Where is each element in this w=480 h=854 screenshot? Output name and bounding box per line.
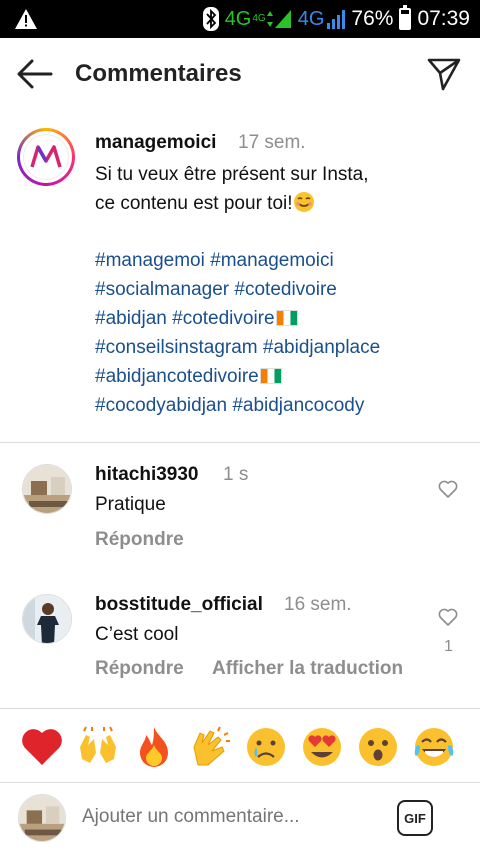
avatar[interactable] [22, 464, 72, 514]
heart-outline-icon[interactable] [438, 608, 458, 626]
comment-composer: GIF [0, 784, 480, 854]
clock: 07:39 [417, 7, 470, 30]
reply-button[interactable]: Répondre [95, 529, 184, 551]
like-count: 1 [444, 638, 453, 655]
arrow-left-icon[interactable] [16, 58, 54, 90]
heart-eyes-face-icon[interactable] [300, 725, 344, 769]
hashtag-line-with-flag[interactable]: #abidjan #cotedivoire [95, 304, 470, 333]
paper-plane-icon[interactable] [426, 56, 462, 92]
hashtag-line[interactable]: #managemoi #managemoici [95, 246, 470, 275]
status-bar: 4G 4G 4G 76% 07:39 [0, 0, 480, 38]
comment-text: C’est cool [95, 624, 179, 645]
caption-hashtags: #managemoi #managemoici #socialmanager #… [95, 246, 470, 420]
caption-text: Si tu veux être présent sur Insta, ce co… [95, 160, 465, 218]
comment-time: 1 s [223, 464, 249, 485]
caption-username[interactable]: managemoici [95, 132, 216, 154]
status-icons: 4G 4G 4G 76% 07:39 [202, 0, 470, 38]
room-photo-icon [23, 465, 71, 513]
avatar[interactable] [22, 594, 72, 644]
signal-icon [274, 10, 291, 28]
avatar[interactable] [18, 794, 66, 842]
hashtag-line-with-flag[interactable]: #abidjancotedivoire [95, 362, 470, 391]
crying-face-icon[interactable] [244, 725, 288, 769]
ivory-coast-flag-icon [275, 310, 298, 326]
reply-button[interactable]: Répondre [95, 658, 184, 680]
fire-icon[interactable] [132, 725, 176, 769]
heart-outline-icon[interactable] [438, 480, 458, 498]
comment-time: 16 sem. [284, 594, 352, 615]
comment-input[interactable] [82, 806, 382, 828]
divider [0, 442, 480, 443]
smiling-face-emoji-icon [293, 192, 314, 212]
battery-percent: 76% [351, 7, 394, 30]
gif-button[interactable]: GIF [397, 800, 433, 836]
app-bar: Commentaires [0, 38, 480, 110]
logo-icon [30, 145, 62, 168]
surprised-face-icon[interactable] [356, 725, 400, 769]
raising-hands-icon[interactable] [76, 725, 120, 769]
red-heart-icon[interactable] [20, 725, 64, 769]
tears-of-joy-face-icon[interactable] [412, 725, 456, 769]
post-caption: managemoici 17 sem. Si tu veux être prés… [0, 118, 480, 444]
page-title: Commentaires [75, 60, 242, 87]
comment-username[interactable]: bosstitude_official [95, 594, 263, 616]
comment-username[interactable]: hitachi3930 [95, 464, 199, 486]
translate-button[interactable]: Afficher la traduction [212, 658, 403, 680]
bluetooth-icon [202, 7, 219, 31]
room-photo-icon [19, 795, 65, 841]
emoji-bar [0, 708, 480, 783]
data-arrows-icon [266, 11, 273, 27]
battery-icon [399, 5, 412, 30]
managemoici-logo [23, 134, 69, 180]
warning-icon [15, 9, 37, 29]
clapping-hands-icon[interactable] [188, 725, 232, 769]
signal-bars-icon [327, 9, 346, 29]
comment-text: Pratique [95, 494, 166, 515]
hashtag-line[interactable]: #cocodyabidjan #abidjancocody [95, 391, 470, 420]
network-indicator-2: 4G [298, 8, 346, 31]
ivory-coast-flag-icon [259, 368, 282, 384]
avatar[interactable] [17, 128, 75, 186]
network-indicator-1: 4G 4G [225, 8, 292, 31]
person-photo-icon [23, 595, 71, 643]
caption-time: 17 sem. [238, 132, 306, 153]
hashtag-line[interactable]: #conseilsinstagram #abidjanplace [95, 333, 470, 362]
hashtag-line[interactable]: #socialmanager #cotedivoire [95, 275, 470, 304]
caption-line: Si tu veux être présent sur Insta, [95, 164, 369, 185]
caption-line-with-emoji: ce contenu est pour toi! [95, 189, 465, 218]
